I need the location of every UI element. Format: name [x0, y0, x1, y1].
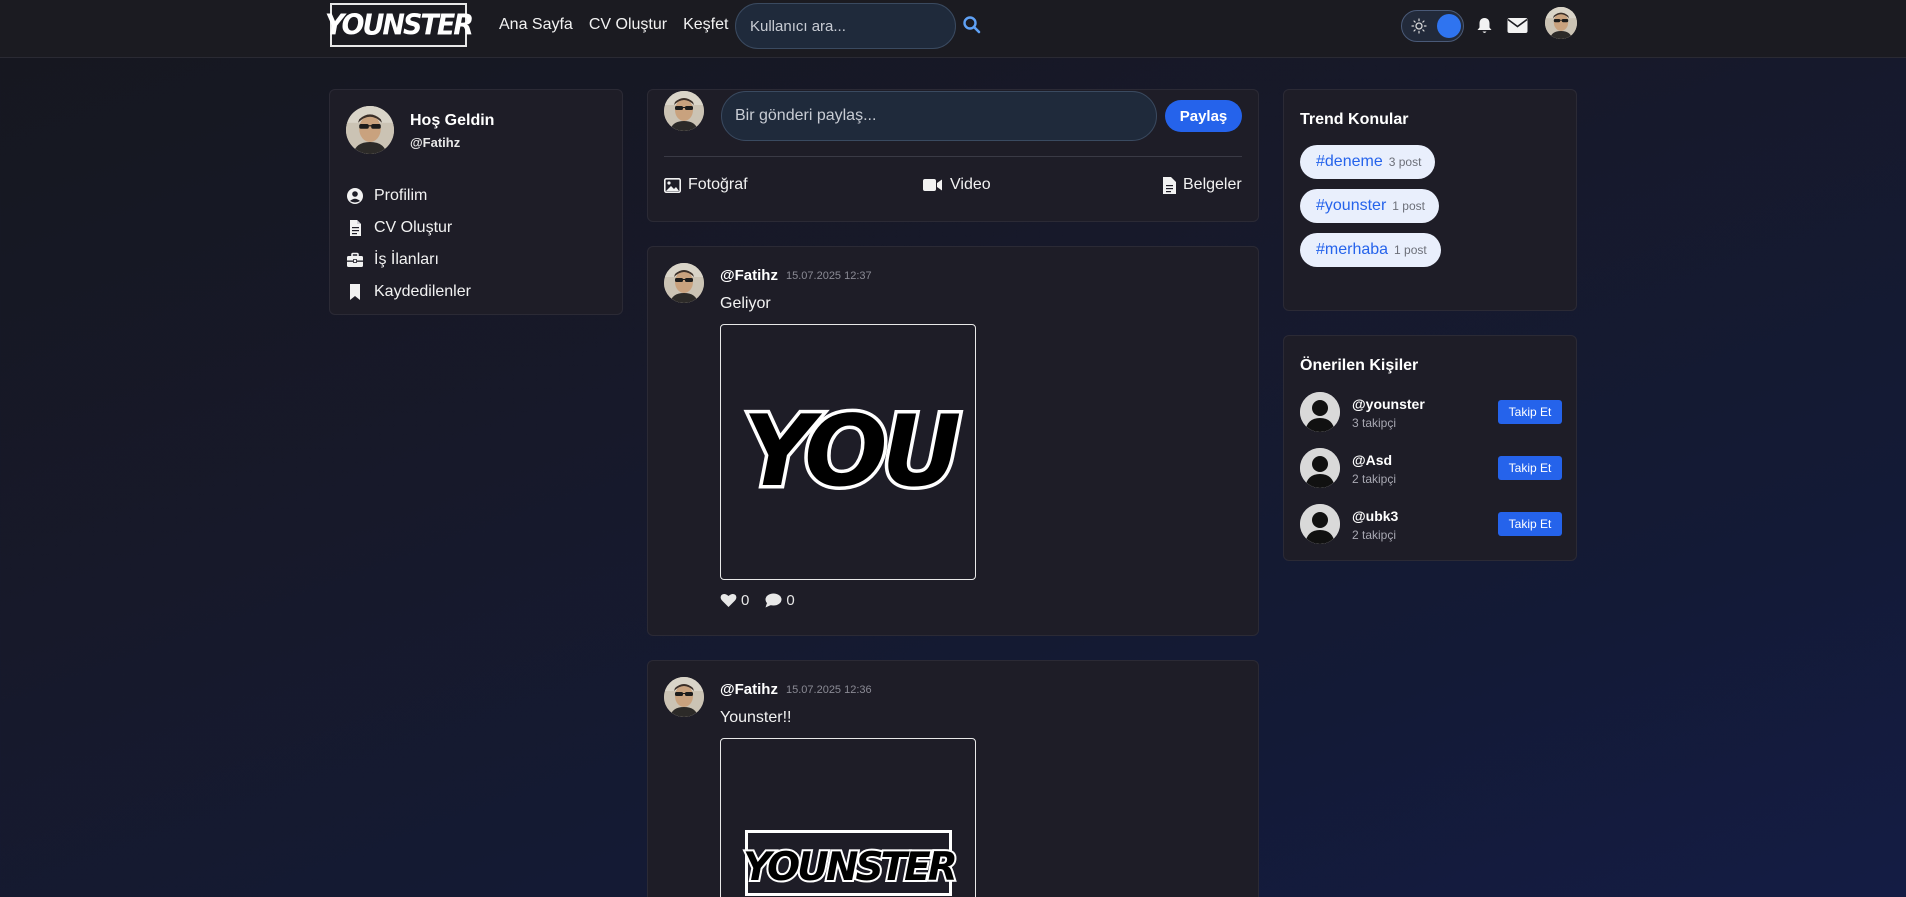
- welcome-handle: @Fatihz: [410, 135, 461, 150]
- logo-text: YOUNSTER: [324, 8, 474, 42]
- post-stats: 0 0: [720, 592, 811, 609]
- side-item-saved[interactable]: Kaydedilenler: [346, 276, 471, 308]
- follow-button[interactable]: Takip Et: [1498, 456, 1562, 480]
- side-item-profile[interactable]: Profilim: [346, 180, 471, 212]
- post-image[interactable]: YOU: [720, 324, 976, 580]
- trend-count: 3 post: [1388, 155, 1422, 169]
- trend-tag: #deneme: [1316, 153, 1383, 170]
- trend-card: Trend Konular #deneme 3 post #younster 1…: [1283, 89, 1577, 311]
- follow-button[interactable]: Takip Et: [1498, 400, 1562, 424]
- trend-item[interactable]: #merhaba 1 post: [1300, 233, 1441, 267]
- person-followers: 2 takipçi: [1352, 472, 1397, 486]
- person-avatar-icon[interactable]: [1300, 448, 1340, 488]
- image-icon: [664, 177, 681, 193]
- video-label: Video: [950, 176, 991, 193]
- post-image[interactable]: YOUNSTER: [720, 738, 976, 897]
- document-icon: [350, 220, 361, 236]
- user-avatar[interactable]: [1545, 7, 1577, 39]
- post-timestamp: 15.07.2025 12:37: [786, 270, 872, 282]
- comment-count: 0: [786, 592, 795, 609]
- suggested-person: @ubk3 2 takipçi Takip Et: [1300, 504, 1562, 548]
- trend-count: 1 post: [1392, 199, 1425, 213]
- divider: [664, 156, 1242, 157]
- sun-icon: [1411, 18, 1427, 34]
- person-name[interactable]: @Asd: [1352, 452, 1392, 468]
- theme-toggle[interactable]: [1401, 10, 1464, 42]
- side-item-jobs[interactable]: İş İlanları: [346, 244, 471, 276]
- navbar: YOUNSTER Ana Sayfa CV Oluştur Keşfet: [0, 0, 1906, 58]
- post-card: @Fatihz 15.07.2025 12:36 Younster!! YOUN…: [647, 660, 1259, 897]
- side-item-cv[interactable]: CV Oluştur: [346, 212, 471, 244]
- mail-icon[interactable]: [1507, 17, 1528, 34]
- composer-card: Paylaş Fotoğraf Video Belgeler: [647, 89, 1259, 222]
- post-username[interactable]: @Fatihz: [720, 267, 778, 284]
- heart-icon: [720, 593, 737, 607]
- side-item-label: Profilim: [374, 187, 428, 204]
- post-avatar[interactable]: [664, 677, 704, 717]
- logo[interactable]: YOUNSTER: [325, 3, 474, 47]
- side-item-label: İş İlanları: [374, 251, 439, 268]
- suggested-card: Önerilen Kişiler @younster 3 takipçi Tak…: [1283, 335, 1577, 561]
- nav-links: Ana Sayfa CV Oluştur Keşfet: [499, 16, 744, 34]
- person-avatar-icon[interactable]: [1300, 504, 1340, 544]
- post-image-text: YOU: [743, 395, 960, 509]
- person-avatar-icon[interactable]: [1300, 392, 1340, 432]
- bell-icon[interactable]: [1476, 17, 1493, 35]
- comment-button[interactable]: 0: [765, 592, 795, 609]
- post-username[interactable]: @Fatihz: [720, 681, 778, 698]
- person-name[interactable]: @younster: [1352, 396, 1425, 412]
- welcome-title: Hoş Geldin: [410, 112, 495, 129]
- side-menu: Profilim CV Oluştur İş İlanları Kaydedil…: [346, 180, 471, 308]
- follow-button[interactable]: Takip Et: [1498, 512, 1562, 536]
- trend-title: Trend Konular: [1300, 111, 1409, 128]
- post-timestamp: 15.07.2025 12:36: [786, 684, 872, 696]
- bookmark-icon: [350, 284, 360, 300]
- trend-tag: #merhaba: [1316, 241, 1389, 258]
- trend-item[interactable]: #deneme 3 post: [1300, 145, 1436, 179]
- post-text: Geliyor: [720, 295, 771, 312]
- side-item-label: Kaydedilenler: [374, 283, 471, 300]
- toggle-knob: [1437, 14, 1461, 38]
- search-icon[interactable]: [962, 15, 982, 35]
- video-icon: [923, 179, 942, 191]
- documents-label: Belgeler: [1183, 176, 1242, 193]
- nav-link-home[interactable]: Ana Sayfa: [499, 16, 573, 34]
- suggested-person: @Asd 2 takipçi Takip Et: [1300, 448, 1562, 492]
- trend-tag: #younster: [1316, 197, 1387, 214]
- person-name[interactable]: @ubk3: [1352, 508, 1398, 524]
- post-text: Younster!!: [720, 709, 792, 726]
- welcome-card: Hoş Geldin @Fatihz Profilim CV Oluştur İ…: [329, 89, 623, 315]
- search-input[interactable]: [735, 3, 956, 49]
- briefcase-icon: [347, 252, 363, 267]
- suggested-person: @younster 3 takipçi Takip Et: [1300, 392, 1562, 436]
- welcome-avatar[interactable]: [346, 106, 394, 154]
- side-item-label: CV Oluştur: [374, 219, 453, 236]
- post-card: @Fatihz 15.07.2025 12:37 Geliyor YOU 0 0: [647, 246, 1259, 636]
- video-button[interactable]: Video: [923, 176, 991, 194]
- post-avatar[interactable]: [664, 263, 704, 303]
- share-button[interactable]: Paylaş: [1165, 100, 1242, 132]
- trend-item[interactable]: #younster 1 post: [1300, 189, 1439, 223]
- like-button[interactable]: 0: [720, 592, 749, 609]
- like-count: 0: [741, 592, 750, 609]
- photo-button[interactable]: Fotoğraf: [664, 176, 748, 194]
- person-followers: 3 takipçi: [1352, 416, 1397, 430]
- photo-label: Fotoğraf: [688, 176, 748, 193]
- post-image-text: YOUNSTER: [743, 845, 955, 890]
- nav-link-cv[interactable]: CV Oluştur: [589, 16, 667, 34]
- trend-count: 1 post: [1394, 243, 1427, 257]
- comment-icon: [765, 593, 782, 608]
- file-icon: [1163, 176, 1176, 194]
- user-circle-icon: [347, 188, 363, 204]
- nav-link-explore[interactable]: Keşfet: [683, 16, 728, 34]
- documents-button[interactable]: Belgeler: [1163, 176, 1242, 194]
- composer-avatar: [664, 91, 704, 131]
- person-followers: 2 takipçi: [1352, 528, 1397, 542]
- suggested-title: Önerilen Kişiler: [1300, 357, 1419, 374]
- post-input[interactable]: [721, 91, 1157, 141]
- trend-list: #deneme 3 post #younster 1 post #merhaba…: [1300, 145, 1441, 277]
